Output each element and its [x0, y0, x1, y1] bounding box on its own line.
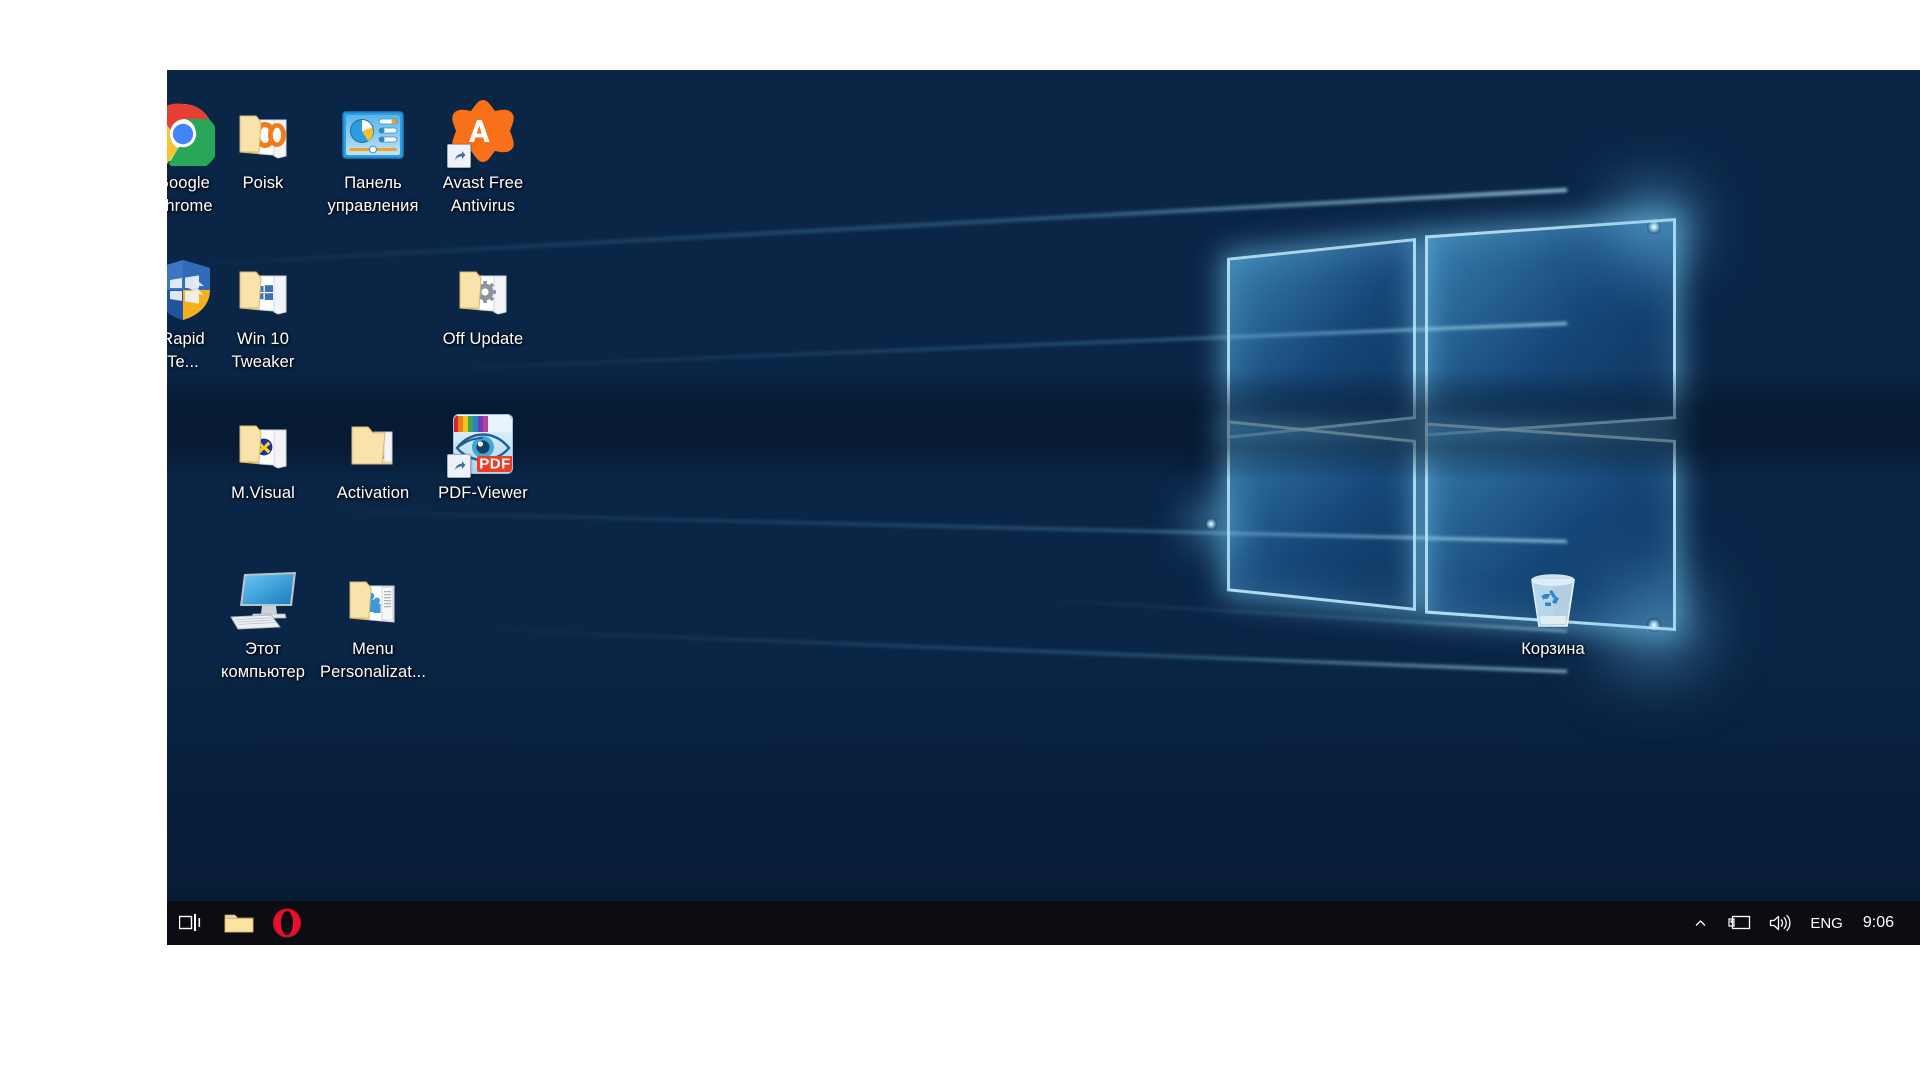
folder-gear-icon: [427, 248, 539, 322]
folder-docs-icon: [317, 402, 429, 476]
desktop-icon-pdf-viewer[interactable]: PDF PDF-Viewer: [427, 402, 539, 505]
opera-icon: [273, 908, 301, 938]
control-panel-icon: [317, 92, 429, 166]
desktop-icon-label: Win 10 Tweaker: [231, 330, 295, 372]
desktop-icon-label: Корзина: [1521, 640, 1585, 658]
desktop-screen[interactable]: Google Chrome Poisk: [167, 70, 1920, 945]
chevron-up-icon: [1695, 919, 1706, 926]
folder-people-icon: [349, 581, 395, 623]
folder-gear-icon: [459, 271, 507, 315]
folder-windows-icon: [207, 248, 319, 322]
shortcut-arrow-icon: [447, 144, 471, 168]
desktop-icon-poisk[interactable]: Poisk: [207, 92, 319, 195]
taskbar[interactable]: ENG 9:06: [167, 901, 1920, 945]
desktop-icon-label: Off Update: [442, 330, 524, 348]
pdf-viewer-icon: PDF: [427, 402, 539, 478]
folder-directx-icon: [207, 402, 319, 476]
opera-button[interactable]: [263, 901, 311, 945]
network-monitor-icon: [1728, 915, 1751, 930]
desktop-icon-activation[interactable]: Activation: [317, 402, 429, 505]
desktop-icon-label: PDF-Viewer: [438, 484, 528, 502]
folder-icon: [224, 914, 254, 933]
show-hidden-icons-button[interactable]: [1680, 901, 1720, 945]
language-indicator[interactable]: ENG: [1800, 901, 1853, 945]
network-button[interactable]: [1720, 901, 1760, 945]
task-view-icon: [179, 914, 201, 931]
clock-time: 9:06: [1862, 913, 1894, 931]
control-panel-icon: [342, 111, 404, 159]
taskbar-buttons: [167, 901, 311, 945]
folder-directx-icon: [239, 425, 287, 469]
desktop-icon-label: Menu Personalizat...: [319, 640, 427, 682]
avast-icon: [427, 92, 539, 168]
folder-opera-icon: [207, 92, 319, 166]
system-tray: ENG 9:06: [1680, 901, 1920, 945]
volume-button[interactable]: [1760, 901, 1800, 945]
task-view-button[interactable]: [167, 901, 215, 945]
desktop-icon-label: Этот компьютер: [220, 640, 306, 682]
desktop-icon-grid: Google Chrome Poisk: [167, 70, 1920, 945]
speaker-icon: [1770, 914, 1791, 932]
folder-windows-icon: [239, 271, 287, 315]
file-explorer-button[interactable]: [215, 901, 263, 945]
desktop-icon-label: Poisk: [242, 174, 284, 192]
desktop-icon-menu-personalization[interactable]: Menu Personalizat...: [317, 558, 429, 685]
desktop-icon-label: Панель управления: [327, 174, 419, 216]
desktop-icon-label: Activation: [336, 484, 410, 502]
computer-icon: [207, 558, 319, 632]
shortcut-arrow-icon: [447, 454, 471, 478]
desktop-icon-m-visual[interactable]: M.Visual: [207, 402, 319, 505]
desktop-icon-off-update[interactable]: Off Update: [427, 248, 539, 351]
svg-text:PDF: PDF: [479, 456, 511, 473]
desktop-icon-label: M.Visual: [231, 484, 295, 502]
computer-icon: [230, 572, 296, 630]
desktop-icon-avast-free-antivirus[interactable]: Avast Free Antivirus: [427, 92, 539, 219]
desktop-icon-recycle-bin[interactable]: Корзина: [1497, 558, 1609, 661]
desktop-icon-control-panel[interactable]: Панель управления: [317, 92, 429, 219]
recycle-bin-icon: [1531, 574, 1575, 627]
folder-people-icon: [317, 558, 429, 632]
desktop-icon-this-pc[interactable]: Этот компьютер: [207, 558, 319, 685]
desktop-icon-win-10-tweaker[interactable]: Win 10 Tweaker: [207, 248, 319, 375]
recycle-bin-icon: [1497, 558, 1609, 632]
taskbar-clock[interactable]: 9:06: [1853, 901, 1910, 945]
folder-docs-icon: [351, 426, 393, 465]
folder-opera-icon: [239, 115, 287, 159]
desktop-icon-label: Avast Free Antivirus: [442, 174, 524, 216]
